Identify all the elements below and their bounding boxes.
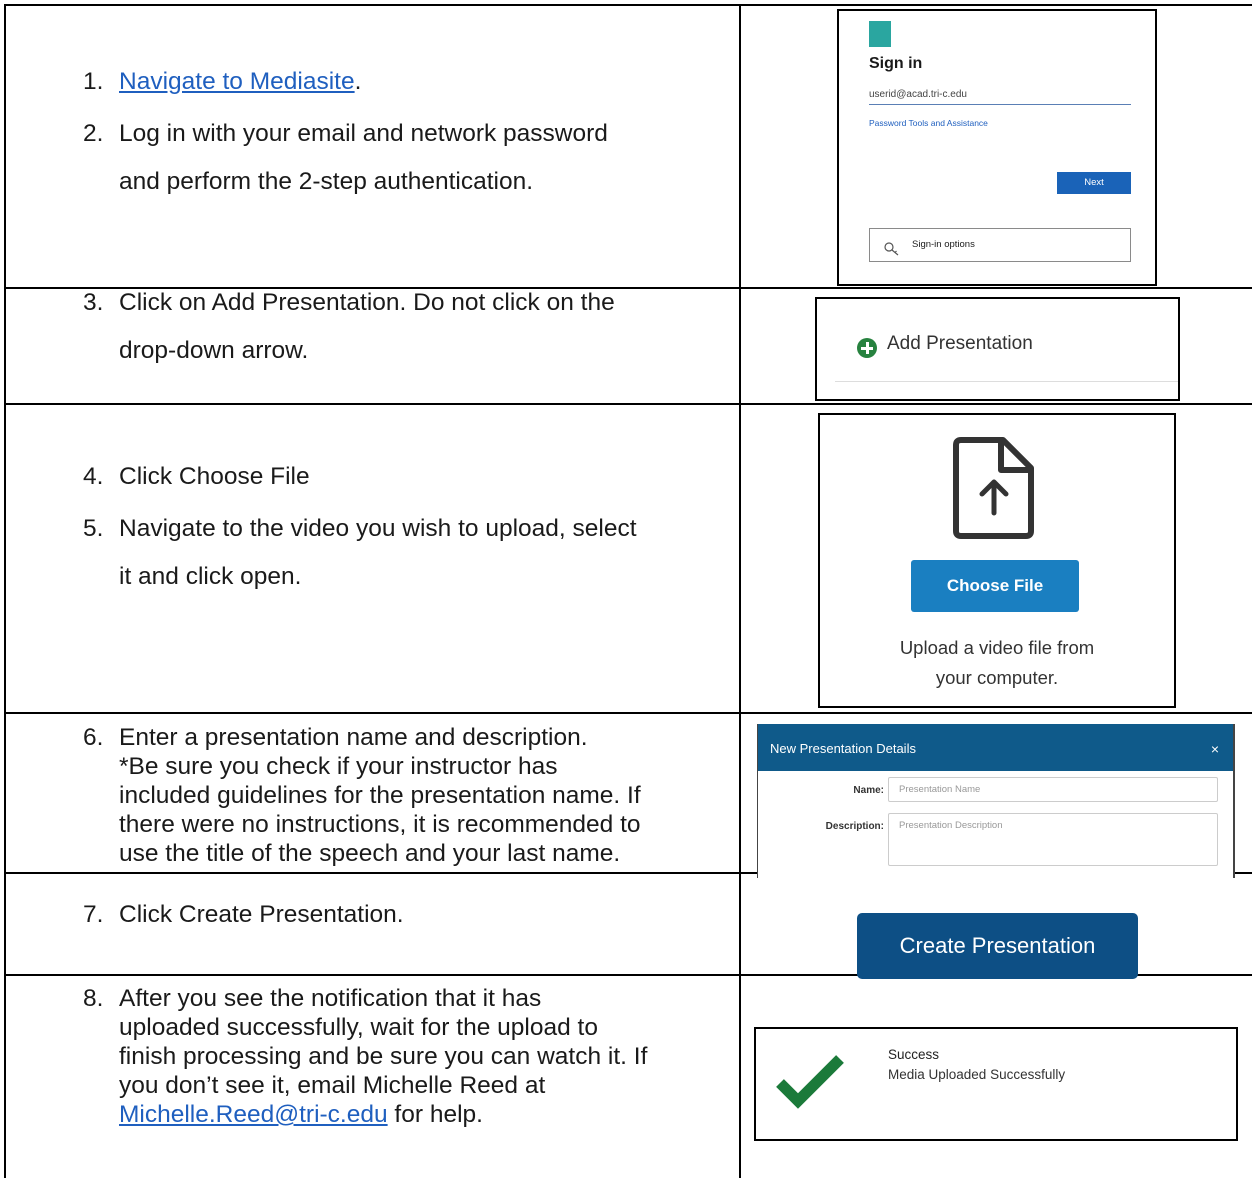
key-icon (884, 238, 900, 270)
close-icon[interactable]: × (1211, 724, 1219, 774)
email-field[interactable]: userid@acad.tri-c.edu (869, 89, 1131, 105)
success-notification: Success Media Uploaded Successfully (754, 1027, 1238, 1141)
success-message: Media Uploaded Successfully (888, 1067, 1066, 1082)
description-label: Description: (825, 821, 884, 832)
email-link[interactable]: Michelle.Reed@tri-c.edu (119, 1101, 388, 1128)
signin-screenshot: Sign in userid@acad.tri-c.edu Password T… (837, 9, 1157, 286)
dialog-title: New Presentation Details (770, 741, 916, 756)
add-presentation-button[interactable]: Add Presentation (887, 333, 1033, 355)
signin-title: Sign in (869, 55, 923, 72)
college-logo (869, 21, 891, 47)
signin-options-label: Sign-in options (912, 239, 975, 250)
plus-circle-icon (857, 338, 877, 358)
description-input[interactable]: Presentation Description (888, 813, 1218, 866)
row-1-text: 1. Navigate to Mediasite. 2. Log in with… (4, 4, 741, 289)
name-label: Name: (853, 785, 884, 796)
row-5-text: 7. Click Create Presentation. (4, 872, 741, 976)
step-3: 3. Click on Add Presentation. Do not cli… (83, 289, 615, 364)
add-presentation-screenshot: Add Presentation (815, 297, 1180, 401)
file-upload-icon (951, 435, 1037, 546)
signin-options-button[interactable]: Sign-in options (869, 228, 1131, 262)
row-2-text: 3. Click on Add Presentation. Do not cli… (4, 287, 741, 405)
divider (835, 381, 1178, 382)
step-7: 7. Click Create Presentation. (83, 901, 404, 928)
row-6-text: 8. After you see the notification that i… (4, 974, 741, 1178)
step-6: 6. Enter a presentation name and descrip… (83, 724, 641, 867)
name-input[interactable]: Presentation Name (888, 777, 1218, 802)
upload-note: Upload a video file from your computer. (899, 637, 1095, 688)
row-3-text: 4. Click Choose File 5. Navigate to the … (4, 403, 741, 714)
choose-file-button[interactable]: Choose File (911, 560, 1079, 612)
step-5: 5. Navigate to the video you wish to upl… (83, 515, 637, 590)
step-4: 4. Click Choose File (83, 463, 310, 490)
step-1: 1. Navigate to Mediasite. (83, 68, 362, 95)
row-4-text: 6. Enter a presentation name and descrip… (4, 712, 741, 874)
checkmark-icon (776, 1053, 844, 1114)
step-8: 8. After you see the notification that i… (83, 985, 648, 1128)
password-help-link[interactable]: Password Tools and Assistance (869, 118, 988, 128)
success-title: Success (888, 1047, 940, 1062)
step-2: 2. Log in with your email and network pa… (83, 120, 608, 195)
choose-file-screenshot: Choose File Upload a video file from you… (818, 413, 1176, 708)
mediasite-link[interactable]: Navigate to Mediasite (119, 68, 355, 95)
create-presentation-button[interactable]: Create Presentation (857, 913, 1138, 979)
dialog-header: New Presentation Details × (758, 724, 1233, 771)
presentation-details-dialog: New Presentation Details × Name: Present… (757, 724, 1235, 878)
next-button[interactable]: Next (1057, 172, 1131, 194)
